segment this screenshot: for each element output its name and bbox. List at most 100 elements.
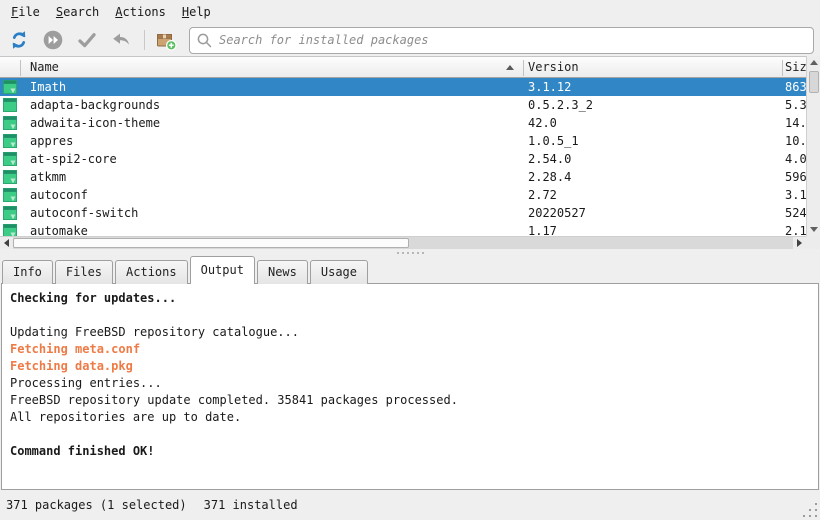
check-updates-button[interactable] xyxy=(6,27,32,53)
undo-icon xyxy=(110,29,132,51)
menubar: File Search Actions Help xyxy=(0,0,820,24)
arrow-left-icon xyxy=(4,239,9,247)
table-row[interactable]: autoconf-switch 20220527 524 xyxy=(0,204,806,222)
fast-forward-icon xyxy=(42,29,64,51)
splitter-handle[interactable] xyxy=(0,249,820,256)
window-resize-grip[interactable] xyxy=(803,503,817,517)
packages-count-label: 371 packages (1 selected) xyxy=(6,498,187,512)
table-row[interactable]: at-spi2-core 2.54.0 4.0 xyxy=(0,150,806,168)
table-body: Imath 3.1.12 863 adapta-backgrounds 0.5.… xyxy=(0,78,806,236)
package-size: 596 xyxy=(785,168,806,186)
package-size: 524 xyxy=(785,204,806,222)
horizontal-scrollbar-thumb[interactable] xyxy=(13,238,409,248)
tab-output[interactable]: Output xyxy=(190,256,255,284)
package-size: 3.1 xyxy=(785,186,806,204)
sort-ascending-icon xyxy=(506,65,514,70)
column-header-name[interactable]: Name xyxy=(30,57,59,79)
commit-button[interactable] xyxy=(74,27,100,53)
column-separator xyxy=(20,60,21,76)
installed-package-icon xyxy=(3,152,17,166)
menu-search[interactable]: Search xyxy=(48,2,107,22)
output-line: Updating FreeBSD repository catalogue... xyxy=(10,324,810,341)
package-name: appres xyxy=(30,132,505,150)
output-line: All repositories are up to date. xyxy=(10,409,810,426)
search-input[interactable] xyxy=(219,33,807,47)
installed-package-icon xyxy=(3,170,17,184)
check-icon xyxy=(76,29,98,51)
installed-package-icon xyxy=(3,116,17,130)
output-line: Fetching meta.conf xyxy=(10,341,810,358)
package-version: 2.28.4 xyxy=(528,168,780,186)
toolbar-separator xyxy=(144,30,145,50)
splitter-dots-icon xyxy=(397,252,424,254)
package-add-icon xyxy=(155,29,177,51)
system-upgrade-button[interactable] xyxy=(40,27,66,53)
horizontal-scrollbar[interactable] xyxy=(0,236,806,249)
installed-package-icon xyxy=(3,224,17,236)
package-table: Name Version Size Imath 3.1.12 863 adapt… xyxy=(0,56,806,236)
output-line: Processing entries... xyxy=(10,375,810,392)
package-size: 863 xyxy=(785,78,806,96)
package-name: adapta-backgrounds xyxy=(30,96,505,114)
menu-help[interactable]: Help xyxy=(174,2,219,22)
scroll-up-button[interactable] xyxy=(808,56,820,69)
installed-package-icon xyxy=(3,134,17,148)
table-row[interactable]: adapta-backgrounds 0.5.2.3_2 5.3 xyxy=(0,96,806,114)
table-row[interactable]: automake 1.17 2.1 xyxy=(0,222,806,236)
vertical-scrollbar-thumb[interactable] xyxy=(809,71,819,93)
tab-info[interactable]: Info xyxy=(2,260,53,284)
package-version: 1.0.5_1 xyxy=(528,132,780,150)
package-name: autoconf-switch xyxy=(30,204,505,222)
output-line: Fetching data.pkg xyxy=(10,358,810,375)
package-version: 2.54.0 xyxy=(528,150,780,168)
tab-news[interactable]: News xyxy=(257,260,308,284)
output-line: FreeBSD repository update completed. 358… xyxy=(10,392,810,409)
menu-actions[interactable]: Actions xyxy=(107,2,174,22)
package-name: Imath xyxy=(30,78,505,96)
column-header-version[interactable]: Version xyxy=(528,57,579,79)
arrow-down-icon xyxy=(810,227,818,232)
output-line: Checking for updates... xyxy=(10,290,810,307)
package-size: 4.0 xyxy=(785,150,806,168)
menu-file[interactable]: File xyxy=(3,2,48,22)
tab-usage[interactable]: Usage xyxy=(310,260,368,284)
package-version: 42.0 xyxy=(528,114,780,132)
output-line xyxy=(10,426,810,443)
tab-actions[interactable]: Actions xyxy=(115,260,188,284)
scroll-left-button[interactable] xyxy=(0,237,13,249)
installed-package-icon xyxy=(3,80,17,94)
rollback-button[interactable] xyxy=(108,27,134,53)
installed-package-icon xyxy=(3,206,17,220)
statusbar: 371 packages (1 selected) 371 installed xyxy=(0,490,820,520)
package-name: at-spi2-core xyxy=(30,150,505,168)
package-name: adwaita-icon-theme xyxy=(30,114,505,132)
search-icon xyxy=(196,32,213,49)
package-version: 20220527 xyxy=(528,204,780,222)
tabbar: Info Files Actions Output News Usage xyxy=(2,256,370,284)
column-separator xyxy=(523,60,524,76)
package-size: 5.3 xyxy=(785,96,806,114)
package-version: 0.5.2.3_2 xyxy=(528,96,780,114)
package-name: autoconf xyxy=(30,186,505,204)
arrow-right-icon xyxy=(797,239,802,247)
tab-files[interactable]: Files xyxy=(55,260,113,284)
vertical-scrollbar[interactable] xyxy=(806,56,820,236)
installed-package-icon xyxy=(3,188,17,202)
table-row[interactable]: autoconf 2.72 3.1 xyxy=(0,186,806,204)
table-row[interactable]: Imath 3.1.12 863 xyxy=(0,78,806,96)
column-header-size[interactable]: Size xyxy=(785,57,806,79)
sync-icon xyxy=(8,29,30,51)
table-row[interactable]: atkmm 2.28.4 596 xyxy=(0,168,806,186)
table-row[interactable]: adwaita-icon-theme 42.0 14. xyxy=(0,114,806,132)
scroll-right-button[interactable] xyxy=(793,237,806,249)
package-size: 14. xyxy=(785,114,806,132)
scroll-down-button[interactable] xyxy=(808,223,820,236)
output-pane[interactable]: Checking for updates... Updating FreeBSD… xyxy=(1,283,819,490)
package-name: automake xyxy=(30,222,505,236)
column-separator xyxy=(782,60,783,76)
install-local-package-button[interactable] xyxy=(153,27,179,53)
table-row[interactable]: appres 1.0.5_1 10. xyxy=(0,132,806,150)
package-manager-window: File Search Actions Help xyxy=(0,0,820,520)
package-size: 2.1 xyxy=(785,222,806,236)
output-line: Command finished OK! xyxy=(10,443,810,460)
